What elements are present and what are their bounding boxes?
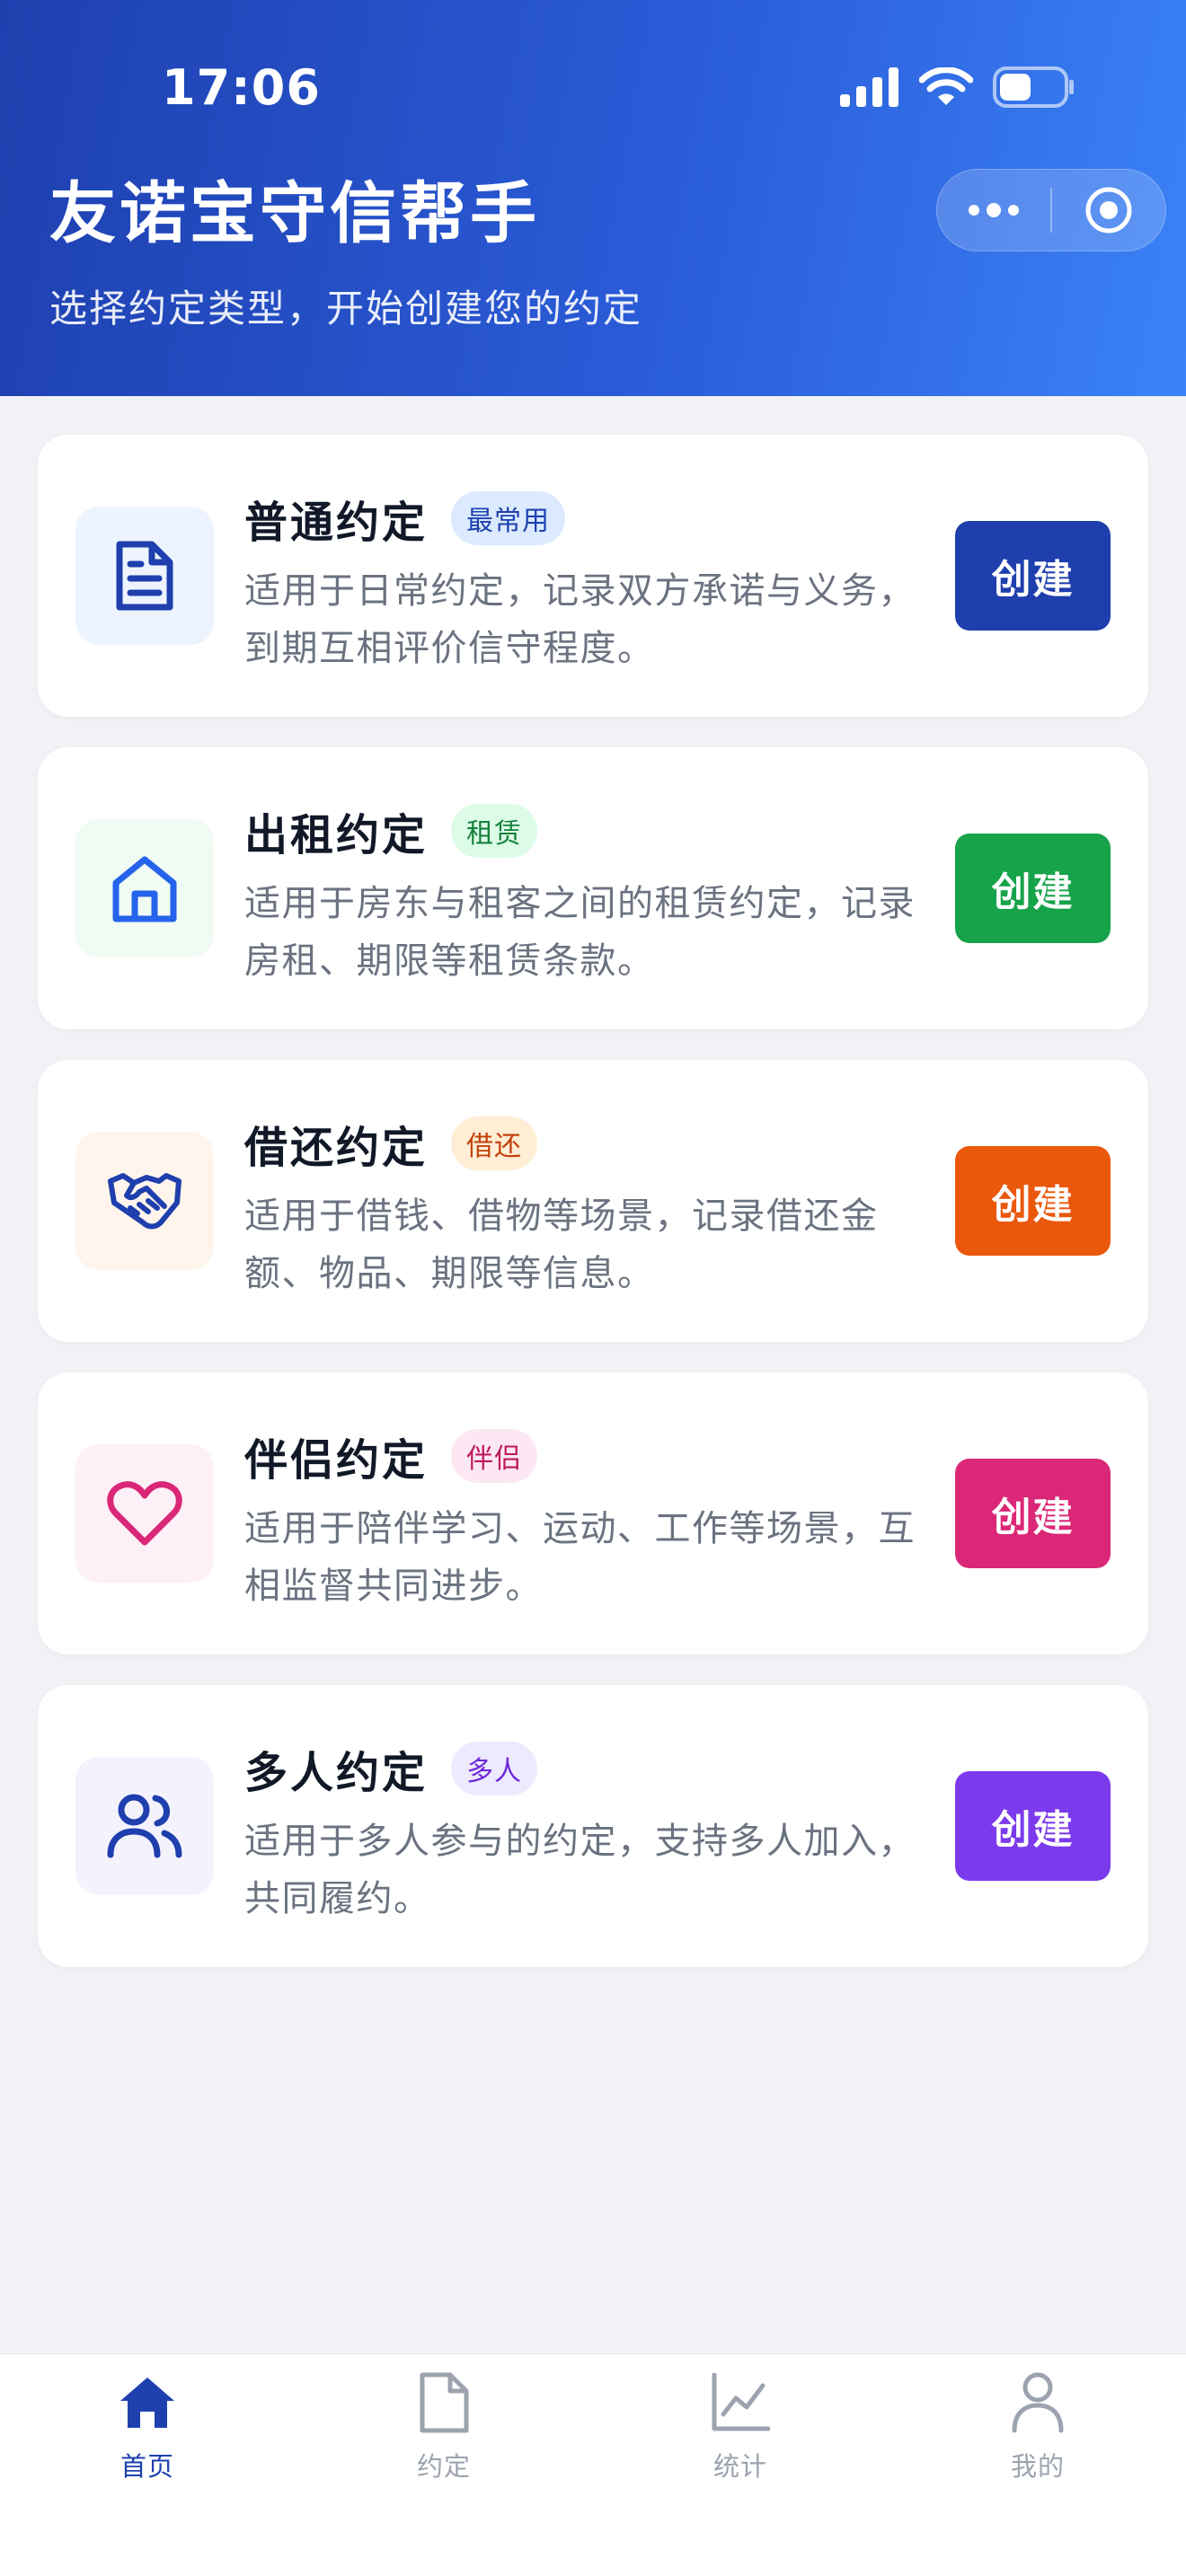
card-desc-line: 房租、期限等租赁条款。 xyxy=(244,940,655,982)
card-title-text: 多人约定 xyxy=(244,1748,429,1798)
create-rental-button[interactable]: 创建 xyxy=(955,834,1111,943)
card-tag: 多人 xyxy=(451,1742,538,1795)
handshake-icon xyxy=(108,1173,181,1230)
card-desc-line: 额、物品、期限等信息。 xyxy=(244,1253,655,1294)
agreement-card-borrow: 借还约定 借还 适用于借钱、借物等场景，记录借还金 额、物品、期限等信息。 创建 xyxy=(38,1060,1148,1342)
close-mini-program-button[interactable] xyxy=(1052,170,1165,251)
card-icon-box xyxy=(75,819,214,957)
card-icon-box xyxy=(75,1132,214,1270)
card-title: 借还约定 借还 xyxy=(244,1112,538,1175)
tab-profile[interactable]: 我的 xyxy=(948,2367,1128,2501)
status-time: 17:06 xyxy=(162,59,321,116)
create-partner-button[interactable]: 创建 xyxy=(955,1459,1111,1568)
card-desc-line: 适用于日常约定，记录双方承诺与义务， xyxy=(244,570,916,612)
tab-label: 统计 xyxy=(712,2451,767,2482)
header: 17:06 友诺宝守信帮手 选择约定类型，开始创建您的约定 xyxy=(0,0,1186,396)
card-desc-line: 适用于借钱、借物等场景，记录借还金 xyxy=(244,1195,879,1237)
status-icons xyxy=(840,65,1075,110)
card-icon-box xyxy=(75,1757,214,1895)
mini-program-capsule xyxy=(936,169,1166,251)
card-title: 伴侣约定 伴侣 xyxy=(244,1425,538,1487)
battery-icon xyxy=(993,66,1074,108)
card-desc-line: 适用于陪伴学习、运动、工作等场景，互 xyxy=(244,1508,916,1549)
card-description: 适用于陪伴学习、运动、工作等场景，互 相监督共同进步。 xyxy=(244,1500,963,1615)
chart-icon xyxy=(704,2367,776,2439)
house-icon xyxy=(112,856,177,922)
heart-icon xyxy=(107,1481,182,1546)
target-circle-icon xyxy=(1085,187,1132,234)
card-title-text: 出租约定 xyxy=(244,810,429,860)
tab-label: 首页 xyxy=(119,2451,174,2482)
agreement-card-normal: 普通约定 最常用 适用于日常约定，记录双方承诺与义务， 到期互相评价信守程度。 … xyxy=(38,435,1148,717)
card-title: 普通约定 最常用 xyxy=(244,487,566,550)
card-description: 适用于日常约定，记录双方承诺与义务， 到期互相评价信守程度。 xyxy=(244,562,963,677)
signal-icon xyxy=(840,67,898,107)
card-title: 多人约定 多人 xyxy=(244,1737,538,1800)
create-normal-button[interactable]: 创建 xyxy=(955,521,1111,631)
card-tag: 伴侣 xyxy=(451,1429,538,1483)
tab-bar: 首页 约定 统计 我的 xyxy=(0,2353,1186,2576)
agreement-card-group: 多人约定 多人 适用于多人参与的约定，支持多人加入， 共同履约。 创建 xyxy=(38,1685,1148,1967)
card-description: 适用于借钱、借物等场景，记录借还金 额、物品、期限等信息。 xyxy=(244,1187,963,1302)
wifi-icon xyxy=(919,67,973,105)
more-button[interactable] xyxy=(937,170,1050,251)
card-title-text: 伴侣约定 xyxy=(244,1435,429,1486)
create-group-button[interactable]: 创建 xyxy=(955,1771,1111,1881)
create-borrow-button[interactable]: 创建 xyxy=(955,1146,1111,1256)
card-desc-line: 适用于房东与租客之间的租赁约定，记录 xyxy=(244,883,916,924)
tab-label: 约定 xyxy=(416,2451,471,2482)
agreement-card-rental: 出租约定 租赁 适用于房东与租客之间的租赁约定，记录 房租、期限等租赁条款。 创… xyxy=(38,747,1148,1029)
tab-stats[interactable]: 统计 xyxy=(651,2367,830,2501)
page-title: 友诺宝守信帮手 xyxy=(49,175,540,252)
page-subtitle: 选择约定类型，开始创建您的约定 xyxy=(49,287,643,331)
users-icon xyxy=(107,1794,182,1858)
card-title-text: 普通约定 xyxy=(244,498,429,548)
tab-label: 我的 xyxy=(1010,2451,1065,2482)
card-desc-line: 到期互相评价信守程度。 xyxy=(244,628,655,669)
card-tag: 租赁 xyxy=(451,804,538,858)
agreement-card-partner: 伴侣约定 伴侣 适用于陪伴学习、运动、工作等场景，互 相监督共同进步。 创建 xyxy=(38,1372,1148,1654)
card-title-text: 借还约定 xyxy=(244,1123,429,1173)
card-title: 出租约定 租赁 xyxy=(244,799,538,862)
tab-home[interactable]: 首页 xyxy=(58,2367,237,2501)
card-icon-box xyxy=(75,507,214,645)
document-icon xyxy=(116,541,173,611)
card-desc-line: 共同履约。 xyxy=(244,1878,431,1919)
card-icon-box xyxy=(75,1444,214,1583)
card-desc-line: 相监督共同进步。 xyxy=(244,1566,543,1607)
tab-agreements[interactable]: 约定 xyxy=(354,2367,534,2501)
card-tag: 最常用 xyxy=(451,491,566,545)
card-desc-line: 适用于多人参与的约定，支持多人加入， xyxy=(244,1821,916,1862)
file-icon xyxy=(408,2367,480,2439)
user-icon xyxy=(1002,2367,1074,2439)
home-icon xyxy=(111,2367,183,2439)
card-description: 适用于房东与租客之间的租赁约定，记录 房租、期限等租赁条款。 xyxy=(244,875,963,990)
card-description: 适用于多人参与的约定，支持多人加入， 共同履约。 xyxy=(244,1813,963,1928)
card-tag: 借还 xyxy=(451,1116,538,1170)
more-dots-icon xyxy=(969,203,1019,217)
